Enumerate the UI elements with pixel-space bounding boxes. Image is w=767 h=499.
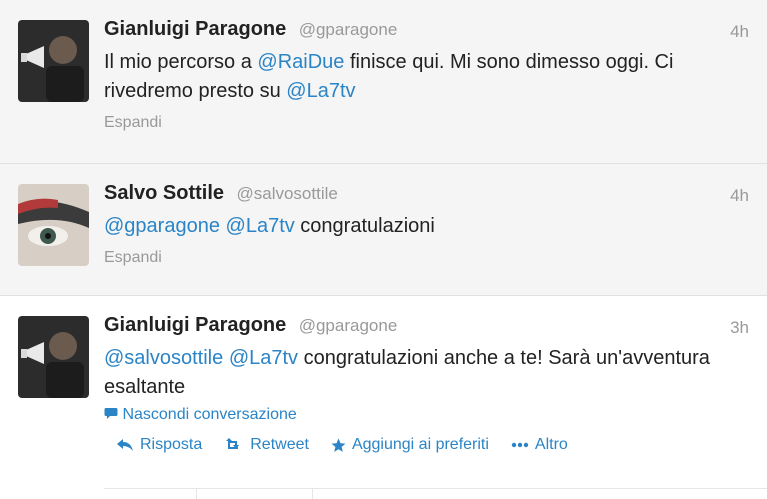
timestamp[interactable]: 4h [730, 22, 749, 42]
tweet-text: @salvosottile @La7tv congratulazioni anc… [104, 344, 749, 402]
speech-bubble-icon [104, 408, 118, 419]
ellipsis-icon [511, 442, 529, 448]
fullname[interactable]: Salvo Sottile [104, 182, 224, 204]
reply-button[interactable]: Risposta [116, 436, 202, 454]
username[interactable]: @salvosottile [236, 184, 337, 203]
mention-link[interactable]: @RaiDue [257, 51, 344, 73]
hide-conversation-link[interactable]: Nascondi conversazione [104, 406, 749, 424]
mention-link[interactable]: @salvosottile [104, 347, 223, 369]
avatar[interactable] [18, 316, 89, 398]
more-button[interactable]: Altro [511, 436, 568, 454]
avatar[interactable] [18, 20, 89, 102]
tweet-text: @gparagone @La7tv congratulazioni [104, 212, 749, 241]
stats-divider [104, 488, 767, 499]
tweet-2[interactable]: Salvo Sottile @salvosottile 4h @gparagon… [0, 164, 767, 296]
text-segment: Il mio percorso a [104, 51, 258, 73]
tweet-actions: Risposta Retweet Aggiungi ai preferiti A… [104, 436, 749, 454]
avatar[interactable] [18, 184, 89, 266]
more-label: Altro [534, 436, 568, 453]
mention-link[interactable]: @La7tv [226, 215, 295, 237]
expand-link[interactable]: Espandi [104, 249, 749, 267]
mention-link[interactable]: @La7tv [286, 80, 355, 102]
star-icon [331, 438, 346, 452]
fullname[interactable]: Gianluigi Paragone [104, 18, 286, 40]
retweet-label: Retweet [250, 436, 309, 453]
text-segment: congratulazioni [294, 215, 435, 237]
reply-label: Risposta [140, 436, 203, 453]
fullname[interactable]: Gianluigi Paragone [104, 314, 286, 336]
expand-link[interactable]: Espandi [104, 114, 749, 132]
retweet-icon [226, 438, 240, 449]
mention-link[interactable]: @gparagone [104, 215, 220, 237]
username[interactable]: @gparagone [299, 20, 398, 39]
timestamp[interactable]: 3h [730, 318, 749, 338]
tweet-1[interactable]: Gianluigi Paragone @gparagone 4h Il mio … [0, 0, 767, 164]
hide-conversation-label: Nascondi conversazione [122, 406, 297, 423]
reply-arrow-icon [117, 439, 133, 451]
mention-link[interactable]: @La7tv [229, 347, 298, 369]
favorite-button[interactable]: Aggiungi ai preferiti [331, 436, 489, 454]
username[interactable]: @gparagone [299, 316, 398, 335]
timestamp[interactable]: 4h [730, 186, 749, 206]
favorite-label: Aggiungi ai preferiti [351, 436, 489, 453]
retweet-button[interactable]: Retweet [224, 436, 309, 454]
tweet-text: Il mio percorso a @RaiDue finisce qui. M… [104, 48, 749, 106]
tweet-3[interactable]: Gianluigi Paragone @gparagone 3h @salvos… [0, 296, 767, 499]
